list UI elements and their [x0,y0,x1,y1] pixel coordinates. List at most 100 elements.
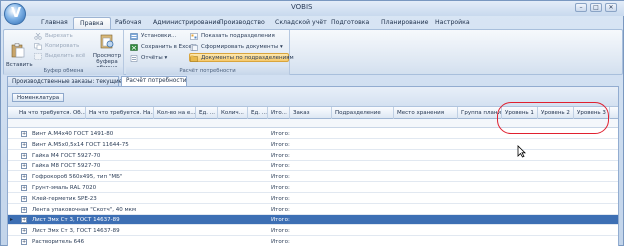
clipboard-preview-button[interactable]: Просмотр буфера обмена [90,33,124,71]
expand-icon[interactable]: + [21,239,27,245]
excel-icon [130,44,138,51]
documents-folder-icon [190,55,198,62]
column-header[interactable]: Группа планиро... [458,107,502,119]
ribbon-tab-production[interactable]: Производство [213,17,271,29]
highlight-oval [497,102,609,134]
column-header[interactable]: Подразделение [332,107,394,119]
table-row[interactable]: + Лента упаковочная "Скотч", 40 мкм Итого: [8,205,618,215]
table-row[interactable]: + Растворитель 646 Итого: [8,237,618,246]
column-header[interactable]: Колич... [218,107,248,119]
clipboard-group: Вставить Вырезать Копировать Выделить вс… [4,30,124,75]
expand-icon[interactable]: + [21,206,27,213]
column-header[interactable]: На что требуется. На... [86,107,154,119]
clipboard-group-caption: Буфер обмена [4,67,123,75]
ribbon-tabs: Главная Правка Рабочая Администрирование… [1,16,624,29]
expand-icon[interactable]: + [21,163,27,170]
row-total-label: Итого: [271,131,290,137]
group-chip-nomenclature[interactable]: Номенклатура [12,93,65,102]
table-row[interactable]: + Гофрокороб 560х495, тип "МБ" Итого: [8,172,618,183]
expand-icon[interactable]: + [21,195,27,202]
row-total-label: Итого: [271,228,290,235]
minimize-button[interactable]: – [575,3,587,12]
copy-button[interactable]: Копировать [34,42,79,51]
expand-icon[interactable]: + [21,141,27,148]
needs-group-caption: Расчёт потребности [126,67,289,75]
scissors-icon [34,33,42,40]
ribbon-tab-settings[interactable]: Настройка [429,17,476,29]
documents-by-subdivisions-button[interactable]: Документы по подразделениям [189,53,294,62]
tab-production-orders[interactable]: Производственные заказы: текущие× [7,76,130,86]
paste-icon [11,43,25,58]
ribbon-tab-planning[interactable]: Планирование [375,17,435,29]
select-all-button[interactable]: Выделить всё [34,52,85,61]
column-header[interactable]: На что требуется. Об... [16,107,86,119]
row-nomenclature-name: Лист Эмх Ст 3, ГОСТ 14637-89 [32,228,120,235]
row-total-label: Итого: [271,195,290,202]
expand-icon[interactable]: + [21,185,27,191]
table-row[interactable]: + Гайка М8 ГОСТ 5927-70 Итого: [8,161,618,172]
row-total-label: Итого: [271,185,290,191]
app-menu-orb[interactable]: V [4,3,26,25]
needs-calculation-group: Установки... Сохранить в Excel Отчёты ▾ … [126,30,294,75]
row-total-label: Итого: [271,239,290,245]
row-total-label: Итого: [271,217,290,224]
maximize-button[interactable]: □ [590,3,602,12]
column-header[interactable]: Место хранения [394,107,458,119]
ribbon-tab-warehouse[interactable]: Складской учёт [269,17,333,29]
report-icon [130,55,138,62]
table-row[interactable]: + Гайка М4 ГОСТ 5927-70 Итого: [8,151,618,161]
row-nomenclature-name: Винт А.М4х40 ГОСТ 1491-80 [32,131,114,137]
window-title: VOBIS [291,3,313,11]
select-all-icon [34,53,42,60]
chevron-down-icon: ▾ [162,55,168,61]
ribbon-tab-home[interactable]: Главная [35,17,74,29]
reports-dropdown[interactable]: Отчёты ▾ [130,54,167,63]
column-header[interactable]: Ед. ... [248,107,268,119]
column-header[interactable]: Заказ [290,107,332,119]
column-header[interactable]: Кол-во на е... [154,107,196,119]
row-nomenclature-name: Клей-герметик SPE-23 [32,195,97,202]
show-subdivisions-button[interactable]: Показать подразделения [190,32,275,41]
expand-icon[interactable]: + [21,217,27,224]
row-total-label: Итого: [271,141,290,148]
close-button[interactable]: ✕ [605,3,617,12]
row-nomenclature-name: Грунт-эмаль RAL 7020 [32,185,97,191]
table-row[interactable]: + Лист Эмх Ст 3, ГОСТ 14637-89 Итого: [8,226,618,237]
row-nomenclature-name: Гайка М8 ГОСТ 5927-70 [32,163,101,170]
save-to-excel-button[interactable]: Сохранить в Excel [130,43,193,52]
table-row[interactable]: + Клей-герметик SPE-23 Итого: [8,194,618,204]
documents-icon [190,44,198,51]
clipboard-preview-icon [100,34,114,49]
table-row[interactable]: + Винт А.М5х0,5х14 ГОСТ 11644-75 Итого: [8,140,618,150]
chevron-down-icon: ▾ [278,44,283,50]
column-header[interactable]: Ед. ... [196,107,218,119]
copy-icon [34,43,42,50]
row-indicator-icon: ▸ [10,216,14,224]
table-row[interactable]: + Грунт-эмаль RAL 7020 Итого: [8,183,618,193]
paste-button[interactable]: Вставить [6,42,33,68]
column-header[interactable]: Ито... [268,107,290,119]
subdivisions-icon [190,33,198,40]
expand-icon[interactable]: + [21,131,27,137]
expand-icon[interactable]: + [21,174,27,181]
cut-button[interactable]: Вырезать [34,32,73,41]
table-row[interactable]: ▸ + Лист Эмх Ст 3, ГОСТ 14637-89 Итого: [8,215,618,226]
title-bar: VOBIS – □ ✕ [1,1,624,16]
row-nomenclature-name: Лист Эмх Ст 3, ГОСТ 14637-89 [32,217,120,224]
ribbon-tab-work[interactable]: Рабочая [109,17,147,29]
ribbon-tab-preparation[interactable]: Подготовка [325,17,375,29]
row-total-label: Итого: [271,174,290,181]
row-total-label: Итого: [271,152,290,159]
expand-icon[interactable]: + [21,228,27,235]
row-total-label: Итого: [271,163,290,170]
app-logo-letter: V [11,6,22,21]
ribbon-tab-edit[interactable]: Правка [73,17,111,29]
row-nomenclature-name: Лента упаковочная "Скотч", 40 мкм [32,206,137,213]
ribbon-panel: Вставить Вырезать Копировать Выделить вс… [3,29,623,75]
form-documents-dropdown[interactable]: Сформировать документы ▾ [190,43,283,52]
settings-icon [130,33,138,40]
expand-icon[interactable]: + [21,152,27,159]
install-settings-button[interactable]: Установки... [130,32,176,41]
tab-needs-calculation[interactable]: Расчёт потребности [121,76,187,86]
row-nomenclature-name: Гайка М4 ГОСТ 5927-70 [32,152,101,159]
